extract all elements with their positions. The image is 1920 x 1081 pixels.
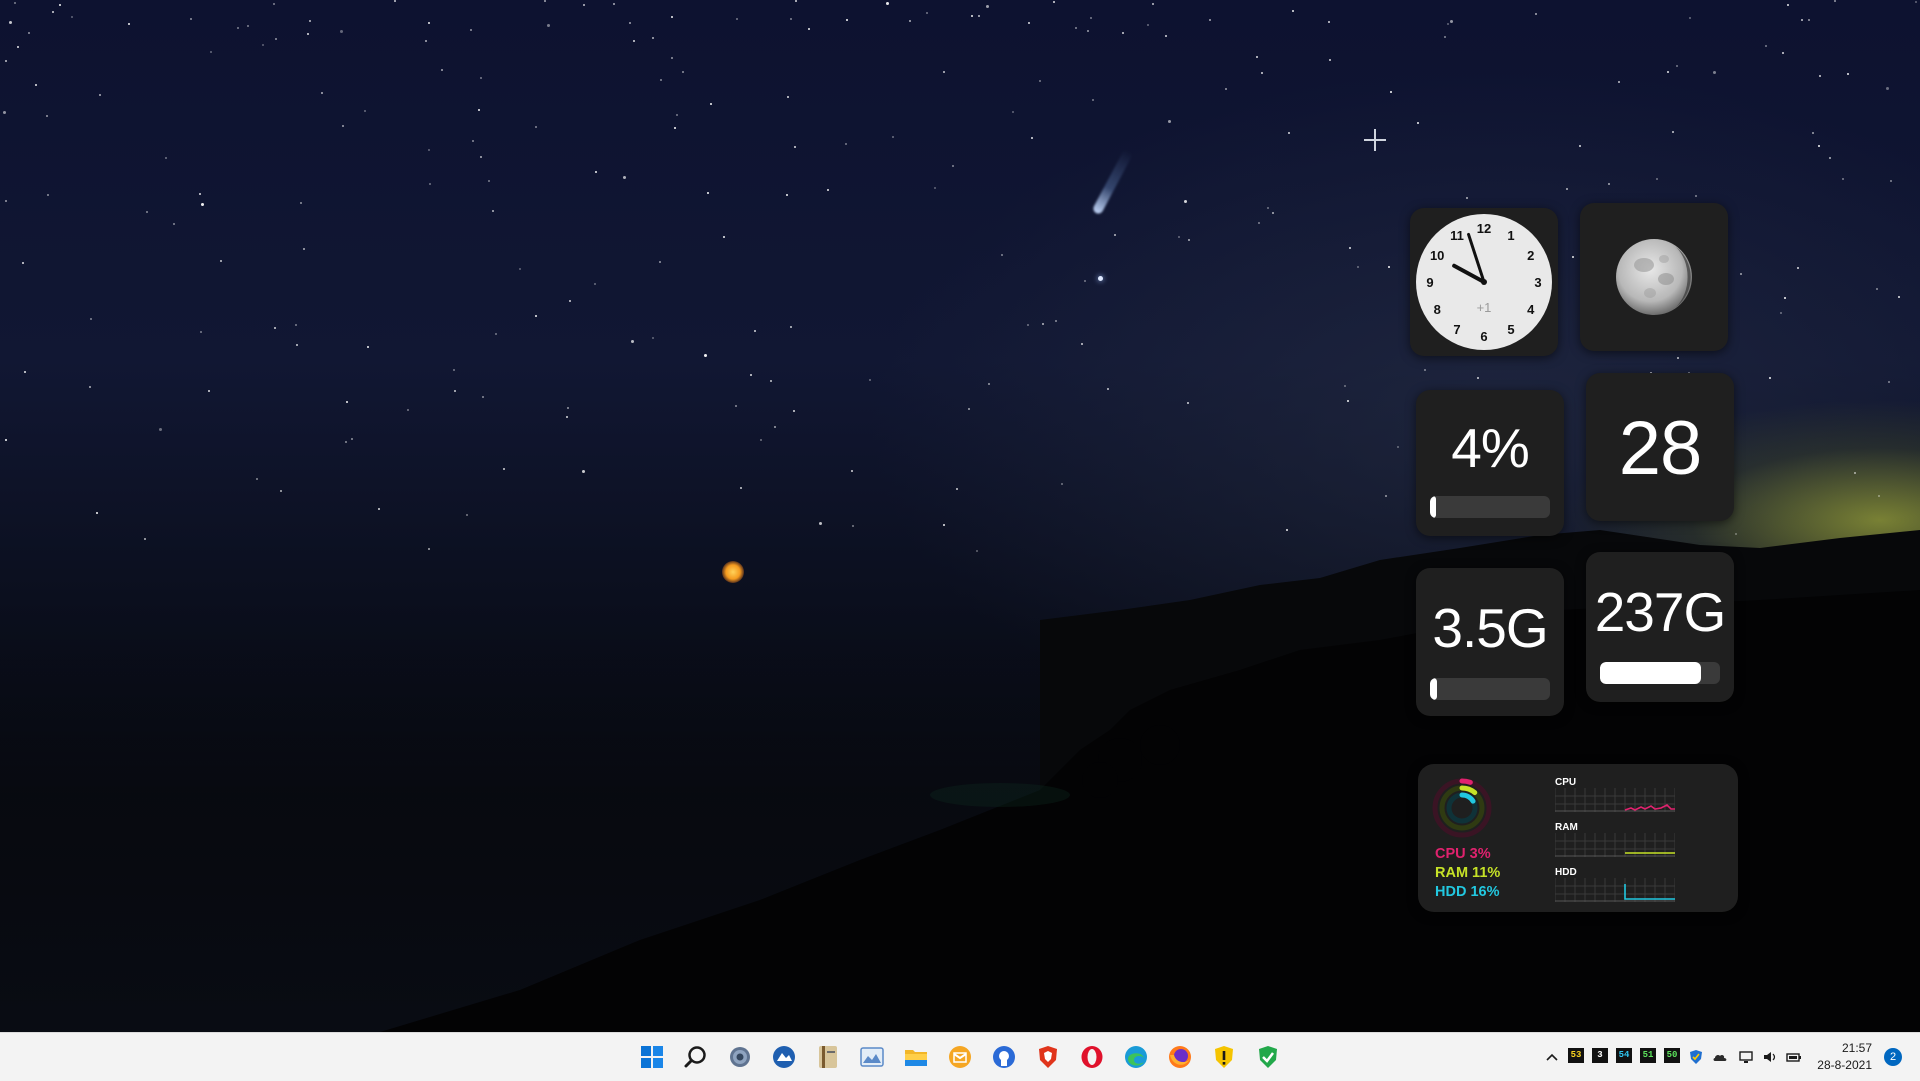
tray-monitor-2[interactable]: 3 bbox=[1592, 1048, 1608, 1063]
windows-start-icon[interactable] bbox=[638, 1043, 666, 1071]
clock-face: 12 1234567891011 +1 bbox=[1416, 214, 1552, 350]
cpu-usage-widget[interactable]: 4% bbox=[1416, 390, 1564, 536]
taskbar-date[interactable]: 28-8-2021 bbox=[1808, 1058, 1872, 1072]
cpu-usage-bar-fill bbox=[1430, 496, 1436, 518]
memory-usage-value: 3.5G bbox=[1432, 597, 1548, 659]
disk-usage-widget[interactable]: 237G bbox=[1586, 552, 1734, 702]
search-icon[interactable] bbox=[682, 1043, 710, 1071]
clock-number: 12 bbox=[1477, 221, 1491, 236]
onedrive-icon[interactable] bbox=[1712, 1049, 1728, 1065]
disk-usage-value: 237G bbox=[1594, 581, 1727, 643]
taskbar: 53 3 54 51 50 21:57 28-8-2021 2 bbox=[0, 1032, 1920, 1081]
analog-clock-widget[interactable]: 12 1 2 3 4 5 6 7 8 9 10 11 +1 bbox=[1410, 208, 1558, 356]
memory-usage-bar bbox=[1430, 678, 1550, 700]
cpu-usage-value: 4% bbox=[1451, 417, 1530, 479]
shield-check-icon[interactable] bbox=[1254, 1043, 1282, 1071]
brave-icon[interactable] bbox=[1034, 1043, 1062, 1071]
tray-monitor-5[interactable]: 50 bbox=[1664, 1048, 1680, 1063]
rising-moon bbox=[722, 561, 744, 583]
camera-app-icon[interactable] bbox=[770, 1043, 798, 1071]
moon-phase-widget[interactable] bbox=[1580, 203, 1728, 351]
settings-icon[interactable] bbox=[726, 1043, 754, 1071]
usage-line bbox=[1624, 804, 1675, 811]
clock-number: 11 bbox=[1450, 228, 1464, 243]
photos-icon[interactable] bbox=[858, 1043, 886, 1071]
clock-number: 6 bbox=[1480, 329, 1487, 344]
battery-icon[interactable] bbox=[1786, 1049, 1802, 1065]
taskbar-time[interactable]: 21:57 bbox=[1808, 1041, 1872, 1055]
clock-number: 1 bbox=[1507, 228, 1514, 243]
cpu-percent-label: CPU 3% bbox=[1435, 846, 1491, 862]
date-widget[interactable]: 28 bbox=[1586, 373, 1734, 521]
cpu-history-graph bbox=[1555, 788, 1675, 812]
system-monitor-widget[interactable]: CPU 3% RAM 11% HDD 16% CPU RAM HDD bbox=[1418, 764, 1738, 912]
notebook-icon[interactable] bbox=[814, 1043, 842, 1071]
moon-icon bbox=[1616, 239, 1692, 315]
mail-icon[interactable] bbox=[946, 1043, 974, 1071]
ram-history-graph bbox=[1555, 833, 1675, 857]
clock-number: 10 bbox=[1430, 248, 1444, 263]
day-of-month: 28 bbox=[1618, 406, 1703, 491]
clock-number: 2 bbox=[1527, 248, 1534, 263]
memory-usage-bar-fill bbox=[1430, 678, 1437, 700]
volume-icon[interactable] bbox=[1762, 1049, 1778, 1065]
github-icon[interactable] bbox=[990, 1043, 1018, 1071]
desktop-wallpaper: 12 1 2 3 4 5 6 7 8 9 10 11 +1 4% 28 3.5G… bbox=[0, 0, 1920, 1032]
clock-number: 4 bbox=[1527, 302, 1535, 317]
clock-number: 7 bbox=[1453, 322, 1460, 337]
clock-number: 9 bbox=[1426, 275, 1433, 290]
defender-icon[interactable] bbox=[1688, 1049, 1704, 1065]
disk-usage-bar-fill bbox=[1600, 662, 1701, 684]
tray-monitor-3[interactable]: 54 bbox=[1616, 1048, 1632, 1063]
disk-usage-bar bbox=[1600, 662, 1720, 684]
hdd-percent-label: HDD 16% bbox=[1435, 884, 1500, 900]
firefox-icon[interactable] bbox=[1166, 1043, 1194, 1071]
file-explorer-icon[interactable] bbox=[902, 1043, 930, 1071]
clock-number: 8 bbox=[1434, 302, 1441, 317]
ram-percent-label: RAM 11% bbox=[1435, 865, 1501, 881]
cpu-usage-bar bbox=[1430, 496, 1550, 518]
memory-usage-widget[interactable]: 3.5G bbox=[1416, 568, 1564, 716]
hdd-graph-title: HDD bbox=[1555, 867, 1577, 878]
edge-icon[interactable] bbox=[1122, 1043, 1150, 1071]
tray-monitor-4[interactable]: 51 bbox=[1640, 1048, 1656, 1063]
usage-rings bbox=[1432, 778, 1492, 838]
plus-icon[interactable] bbox=[1362, 127, 1388, 153]
ram-graph-title: RAM bbox=[1555, 822, 1578, 833]
cpu-graph-title: CPU bbox=[1555, 777, 1577, 788]
clock-number: 3 bbox=[1534, 275, 1541, 290]
security-warning-icon[interactable] bbox=[1210, 1043, 1238, 1071]
notification-badge[interactable]: 2 bbox=[1884, 1048, 1902, 1066]
tray-monitor-1[interactable]: 53 bbox=[1568, 1048, 1584, 1063]
clock-number: 5 bbox=[1507, 322, 1514, 337]
chevron-up-icon[interactable] bbox=[1544, 1049, 1560, 1065]
timezone-offset: +1 bbox=[1477, 300, 1492, 315]
hdd-history-graph bbox=[1555, 878, 1675, 902]
network-icon[interactable] bbox=[1738, 1049, 1754, 1065]
opera-icon[interactable] bbox=[1078, 1043, 1106, 1071]
